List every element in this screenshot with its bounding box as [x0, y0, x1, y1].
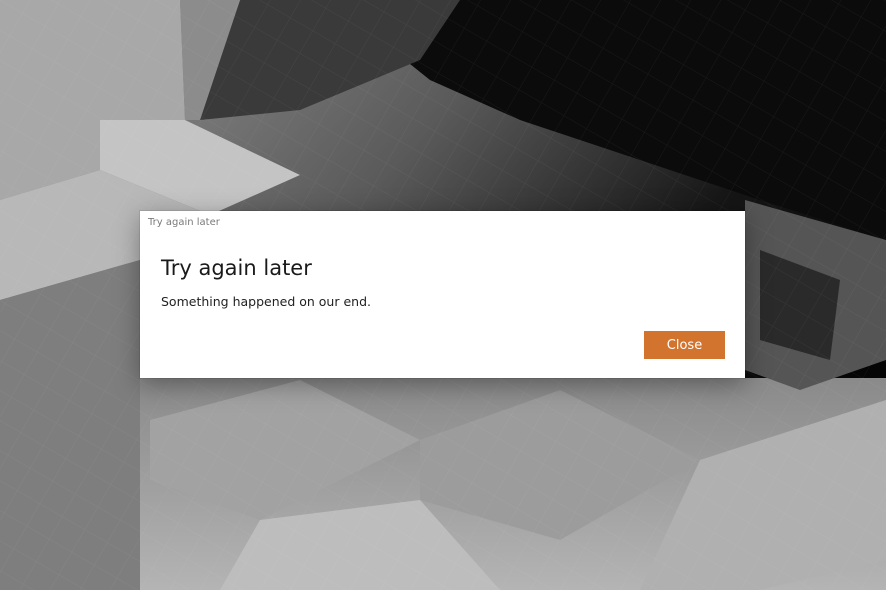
dialog-heading: Try again later — [161, 256, 312, 280]
window-title: Try again later — [148, 217, 220, 228]
error-dialog: Try again later Try again later Somethin… — [140, 211, 745, 378]
dialog-message: Something happened on our end. — [161, 294, 371, 309]
desktop: Try again later Try again later Somethin… — [0, 0, 886, 590]
close-button[interactable]: Close — [644, 331, 725, 359]
